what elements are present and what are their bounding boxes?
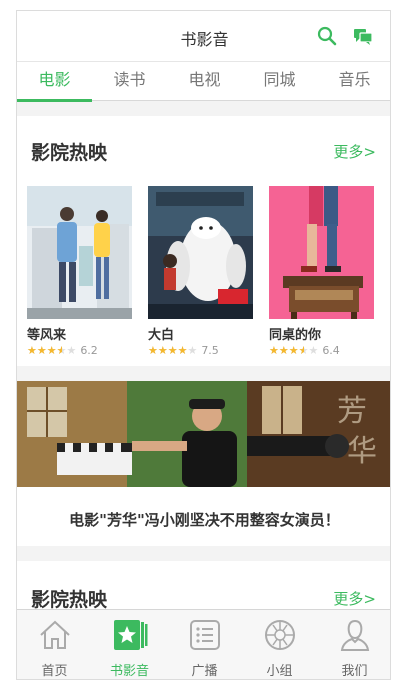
- broadcast-icon: [189, 620, 220, 650]
- nav-broadcast[interactable]: 广播: [167, 610, 242, 679]
- star-rating: ★★★★★★★★★★: [27, 343, 77, 357]
- nav-label: 小组: [266, 664, 293, 679]
- section-title: 影院热映: [31, 142, 108, 164]
- movie-poster[interactable]: [269, 186, 374, 319]
- movie-title[interactable]: 同桌的你: [269, 324, 374, 343]
- movie-card[interactable]: 同桌的你 ★★★★★★★★★★ 6.4: [269, 186, 374, 357]
- nav-label: 我们: [341, 664, 368, 679]
- movie-score: 7.5: [201, 344, 219, 357]
- movie-score: 6.4: [322, 344, 340, 357]
- tab-local[interactable]: 同城: [242, 62, 317, 100]
- movie-card[interactable]: 等风来 ★★★★★★★★★★ 6.2: [27, 186, 132, 357]
- svg-text:华: 华: [347, 434, 377, 469]
- bottom-navigation: 首页 书影音 广播 小组 我们: [17, 609, 390, 679]
- more-link[interactable]: 更多>: [333, 141, 376, 162]
- more-link[interactable]: 更多>: [333, 588, 376, 609]
- movie-score: 6.2: [80, 344, 98, 357]
- group-icon: [264, 620, 295, 650]
- nav-label: 书影音: [109, 664, 149, 679]
- nav-home[interactable]: 首页: [17, 610, 92, 679]
- movie-poster[interactable]: [27, 186, 132, 319]
- movie-title[interactable]: 大白: [148, 324, 253, 343]
- movie-rating: ★★★★★★★★★★ 7.5: [148, 344, 253, 357]
- news-banner-image[interactable]: 芳 华: [17, 381, 391, 487]
- search-icon[interactable]: [317, 26, 337, 46]
- chat-icon[interactable]: [353, 27, 373, 45]
- tab-music[interactable]: 音乐: [317, 62, 390, 100]
- tab-movie[interactable]: 电影: [17, 62, 92, 102]
- app-frame: 书影音 电影 读书 电视 同城 音乐 影院热映 更多> 等风来 ★★★★★ ★★…: [16, 10, 391, 680]
- home-icon: [39, 620, 70, 649]
- nav-label: 首页: [41, 664, 68, 679]
- category-tabs: 电影 读书 电视 同城 音乐: [17, 61, 390, 102]
- movie-card[interactable]: 大白 ★★★★★★★★★★ 7.5: [148, 186, 253, 357]
- profile-icon: [340, 619, 369, 651]
- top-header: 书影音: [17, 11, 390, 61]
- movie-title[interactable]: 等风来: [27, 324, 132, 343]
- book-media-icon: [113, 620, 147, 650]
- movie-poster[interactable]: [148, 186, 253, 319]
- star-rating: ★★★★★★★★★★: [269, 343, 319, 357]
- nav-label: 广播: [191, 664, 218, 679]
- nav-profile[interactable]: 我们: [317, 610, 390, 679]
- now-showing-section: 影院热映 更多> 等风来 ★★★★★ ★★★ 6.2 大白 ★★★★★ ★★★★…: [17, 116, 390, 366]
- tab-books[interactable]: 读书: [92, 62, 167, 100]
- svg-text:芳: 芳: [337, 394, 367, 429]
- tab-tv[interactable]: 电视: [167, 62, 242, 100]
- news-headline[interactable]: 电影"芳华"冯小刚坚决不用整容女演员！: [17, 509, 390, 530]
- news-banner[interactable]: 芳 华 电影"芳华"冯小刚坚决不用整容女演员！: [17, 381, 391, 546]
- nav-book-media[interactable]: 书影音: [92, 610, 167, 679]
- section-title: 影院热映: [31, 589, 108, 611]
- nav-group[interactable]: 小组: [242, 610, 317, 679]
- star-rating: ★★★★★★★★★★: [148, 343, 198, 357]
- movie-rating: ★★★★★★★★★★ 6.4: [269, 344, 374, 357]
- movie-rating: ★★★★★★★★★★ 6.2: [27, 344, 132, 357]
